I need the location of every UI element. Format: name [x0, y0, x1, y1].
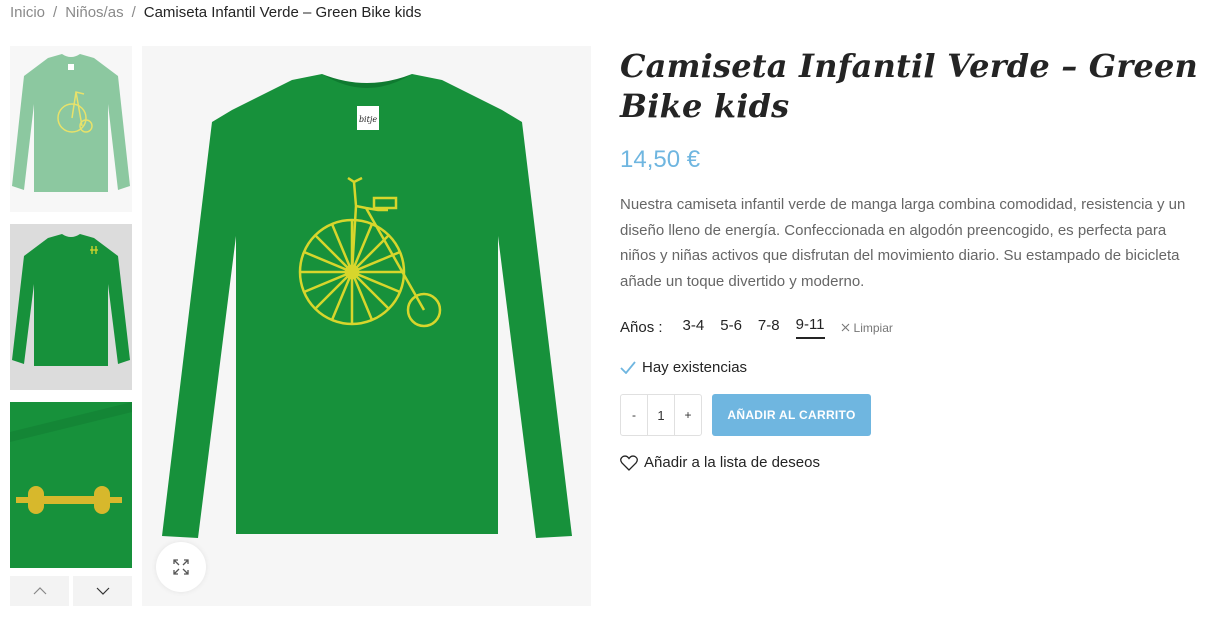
add-to-cart-form: - 1 + AÑADIR AL CARRITO	[620, 394, 1200, 436]
thumbnail-nav	[10, 576, 132, 606]
chevron-up-icon	[33, 587, 46, 595]
stock-text: Hay existencias	[642, 359, 748, 376]
breadcrumb-home[interactable]: Inicio	[10, 4, 45, 21]
thumbnail-detail[interactable]	[10, 402, 132, 568]
expand-icon	[173, 559, 189, 575]
close-icon	[841, 323, 849, 332]
shirt-illustration: bitje	[162, 74, 572, 538]
chevron-down-icon	[96, 587, 109, 595]
option-9-11[interactable]: 9-11	[795, 316, 825, 339]
qty-minus-button[interactable]: -	[621, 395, 647, 435]
breadcrumb-current: Camiseta Infantil Verde – Green Bike kid…	[143, 4, 422, 21]
qty-plus-button[interactable]: +	[675, 395, 701, 435]
brand-label: bitje	[359, 115, 377, 124]
breadcrumb-separator: /	[53, 4, 58, 21]
product-summary: Camiseta Infantil Verde – Green Bike kid…	[620, 46, 1200, 471]
heart-icon	[620, 454, 638, 471]
stock-status: Hay existencias	[620, 359, 1200, 376]
option-3-4[interactable]: 3-4	[683, 317, 705, 338]
thumbnail-back[interactable]	[10, 224, 132, 390]
product-description: Nuestra camiseta infantil verde de manga…	[620, 196, 1186, 290]
quantity-stepper: - 1 +	[620, 394, 702, 436]
product-main-image[interactable]: bitje	[142, 46, 591, 606]
breadcrumb: Inicio / Niños/as / Camiseta Infantil Ve…	[10, 4, 421, 21]
check-icon	[620, 361, 636, 374]
breadcrumb-category[interactable]: Niños/as	[65, 4, 123, 21]
zoom-button[interactable]	[156, 542, 206, 592]
wishlist-button[interactable]: Añadir a la lista de deseos	[620, 454, 1200, 471]
product-title: Camiseta Infantil Verde – Green Bike kid…	[620, 47, 1198, 125]
wishlist-label: Añadir a la lista de deseos	[644, 454, 820, 471]
thumbnail-next-button[interactable]	[73, 576, 132, 606]
quantity-input[interactable]: 1	[647, 395, 675, 435]
thumbnail-prev-button[interactable]	[10, 576, 69, 606]
clear-variation-button[interactable]: Limpiar	[841, 321, 893, 335]
clear-label: Limpiar	[853, 320, 893, 335]
product-price: 14,50 €	[620, 146, 701, 173]
thumbnail-gallery	[10, 46, 132, 580]
variation-label: Años :	[620, 319, 663, 336]
option-7-8[interactable]: 7-8	[758, 317, 780, 338]
thumbnail-front-light[interactable]	[10, 46, 132, 212]
age-variation: Años : 3-4 5-6 7-8 9-11 Limpiar	[620, 316, 1200, 339]
option-5-6[interactable]: 5-6	[720, 317, 742, 338]
add-to-cart-button[interactable]: AÑADIR AL CARRITO	[712, 394, 871, 436]
breadcrumb-separator: /	[131, 4, 136, 21]
